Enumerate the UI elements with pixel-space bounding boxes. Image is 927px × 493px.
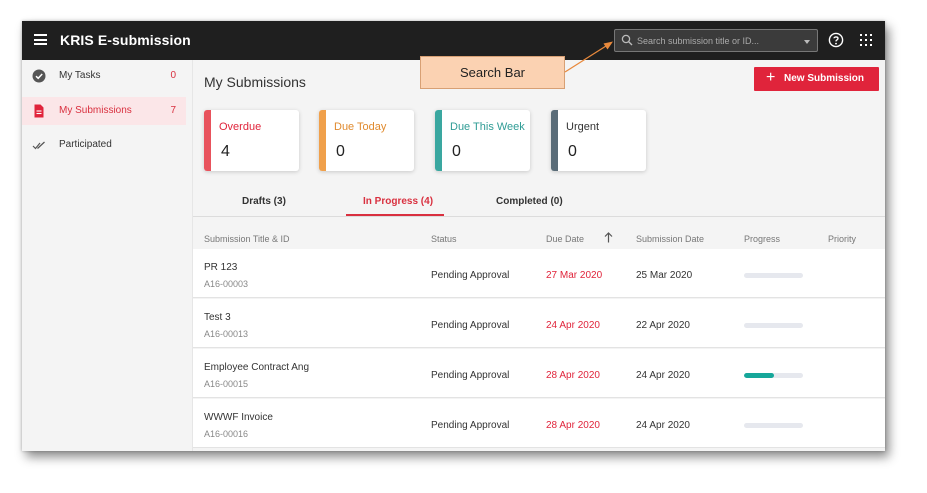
submission-due-date: 24 Apr 2020 [546,320,600,331]
tab-completed[interactable]: Completed (0) [496,196,563,207]
card-title: Due Today [334,121,387,133]
card-accent-bar [204,110,211,171]
column-header-submission-date[interactable]: Submission Date [636,234,704,244]
progress-bar [744,323,803,328]
tab-drafts[interactable]: Drafts (3) [242,196,286,207]
column-header-status[interactable]: Status [431,234,457,244]
top-bar: KRIS E-submission [22,21,885,60]
card-accent-bar [551,110,558,171]
check-circle-icon [32,69,46,83]
sidebar-item-my-tasks[interactable]: My Tasks 0 [22,62,186,90]
card-value: 0 [568,143,577,160]
card-value: 0 [336,143,345,160]
search-bar-callout: Search Bar [420,56,565,89]
sidebar-item-count: 0 [170,70,176,81]
sidebar-item-participated[interactable]: Participated [22,131,186,159]
new-submission-button[interactable]: + New Submission [754,67,879,91]
submission-due-date: 28 Apr 2020 [546,420,600,431]
search-bar[interactable] [614,29,818,52]
submission-id: A16-00003 [204,279,249,289]
card-urgent[interactable]: Urgent 0 [551,110,646,171]
progress-bar [744,273,803,278]
apps-grid-icon[interactable] [860,34,872,46]
card-accent-bar [435,110,442,171]
submission-date: 25 Mar 2020 [636,270,693,281]
submission-date: 22 Apr 2020 [636,320,690,331]
submission-title: Employee Contract Ang [204,362,310,373]
column-header-due-date[interactable]: Due Date [546,234,584,244]
sidebar-item-label: My Submissions [59,105,132,116]
column-header-progress[interactable]: Progress [744,234,780,244]
submission-date: 24 Apr 2020 [636,420,690,431]
submission-id: A16-00013 [204,329,249,339]
search-icon [621,34,633,46]
submission-title: PR 123 [204,262,238,273]
submission-status: Pending Approval [431,370,510,381]
submission-status: Pending Approval [431,420,510,431]
submission-due-date: 27 Mar 2020 [546,270,603,281]
card-value: 0 [452,143,461,160]
submission-id: A16-00015 [204,379,249,389]
tabs: Drafts (3) In Progress (4) Completed (0) [193,186,885,217]
document-icon [34,104,44,118]
submission-status: Pending Approval [431,270,510,281]
card-due-today[interactable]: Due Today 0 [319,110,414,171]
sort-ascending-icon[interactable] [604,232,613,243]
submission-title: WWWF Invoice [204,412,273,423]
submission-id: A16-00016 [204,429,249,439]
tab-in-progress[interactable]: In Progress (4) [363,196,433,207]
card-accent-bar [319,110,326,171]
sidebar: My Tasks 0 My Submissions 7 Participated [22,60,193,451]
sidebar-item-count: 7 [170,105,176,116]
table-row[interactable]: WWWF Invoice A16-00016 Pending Approval … [193,399,885,448]
table-row[interactable]: PR 123 A16-00003 Pending Approval 27 Mar… [193,249,885,298]
help-icon[interactable] [828,32,844,48]
column-header-title[interactable]: Submission Title & ID [204,234,290,244]
table-row[interactable]: Test 3 A16-00013 Pending Approval 24 Apr… [193,299,885,348]
progress-bar [744,423,803,428]
main-content: My Submissions + New Submission Overdue … [193,60,885,451]
sidebar-item-label: My Tasks [59,70,101,81]
submission-title: Test 3 [204,312,231,323]
card-title: Overdue [219,121,262,133]
page-title: My Submissions [204,74,306,90]
sidebar-item-my-submissions[interactable]: My Submissions 7 [22,97,186,125]
submission-date: 24 Apr 2020 [636,370,690,381]
search-input[interactable] [637,33,797,49]
column-header-priority[interactable]: Priority [828,234,856,244]
card-value: 4 [221,143,230,160]
table-row[interactable]: Employee Contract Ang A16-00015 Pending … [193,349,885,398]
submission-due-date: 28 Apr 2020 [546,370,600,381]
card-title: Due This Week [450,121,525,133]
active-tab-indicator [346,214,444,216]
card-overdue[interactable]: Overdue 4 [204,110,299,171]
app-title: KRIS E-submission [60,32,191,48]
table-header: Submission Title & ID Status Due Date Su… [193,217,885,249]
hamburger-menu-icon[interactable] [34,34,47,45]
progress-fill [744,373,774,378]
sidebar-item-label: Participated [59,139,112,150]
search-dropdown-caret-icon[interactable] [804,40,810,44]
new-submission-label: New Submission [784,73,865,84]
card-due-this-week[interactable]: Due This Week 0 [435,110,530,171]
submission-status: Pending Approval [431,320,510,331]
progress-bar [744,373,803,378]
double-check-icon [32,141,45,150]
card-title: Urgent [566,121,600,133]
plus-icon: + [766,69,776,86]
